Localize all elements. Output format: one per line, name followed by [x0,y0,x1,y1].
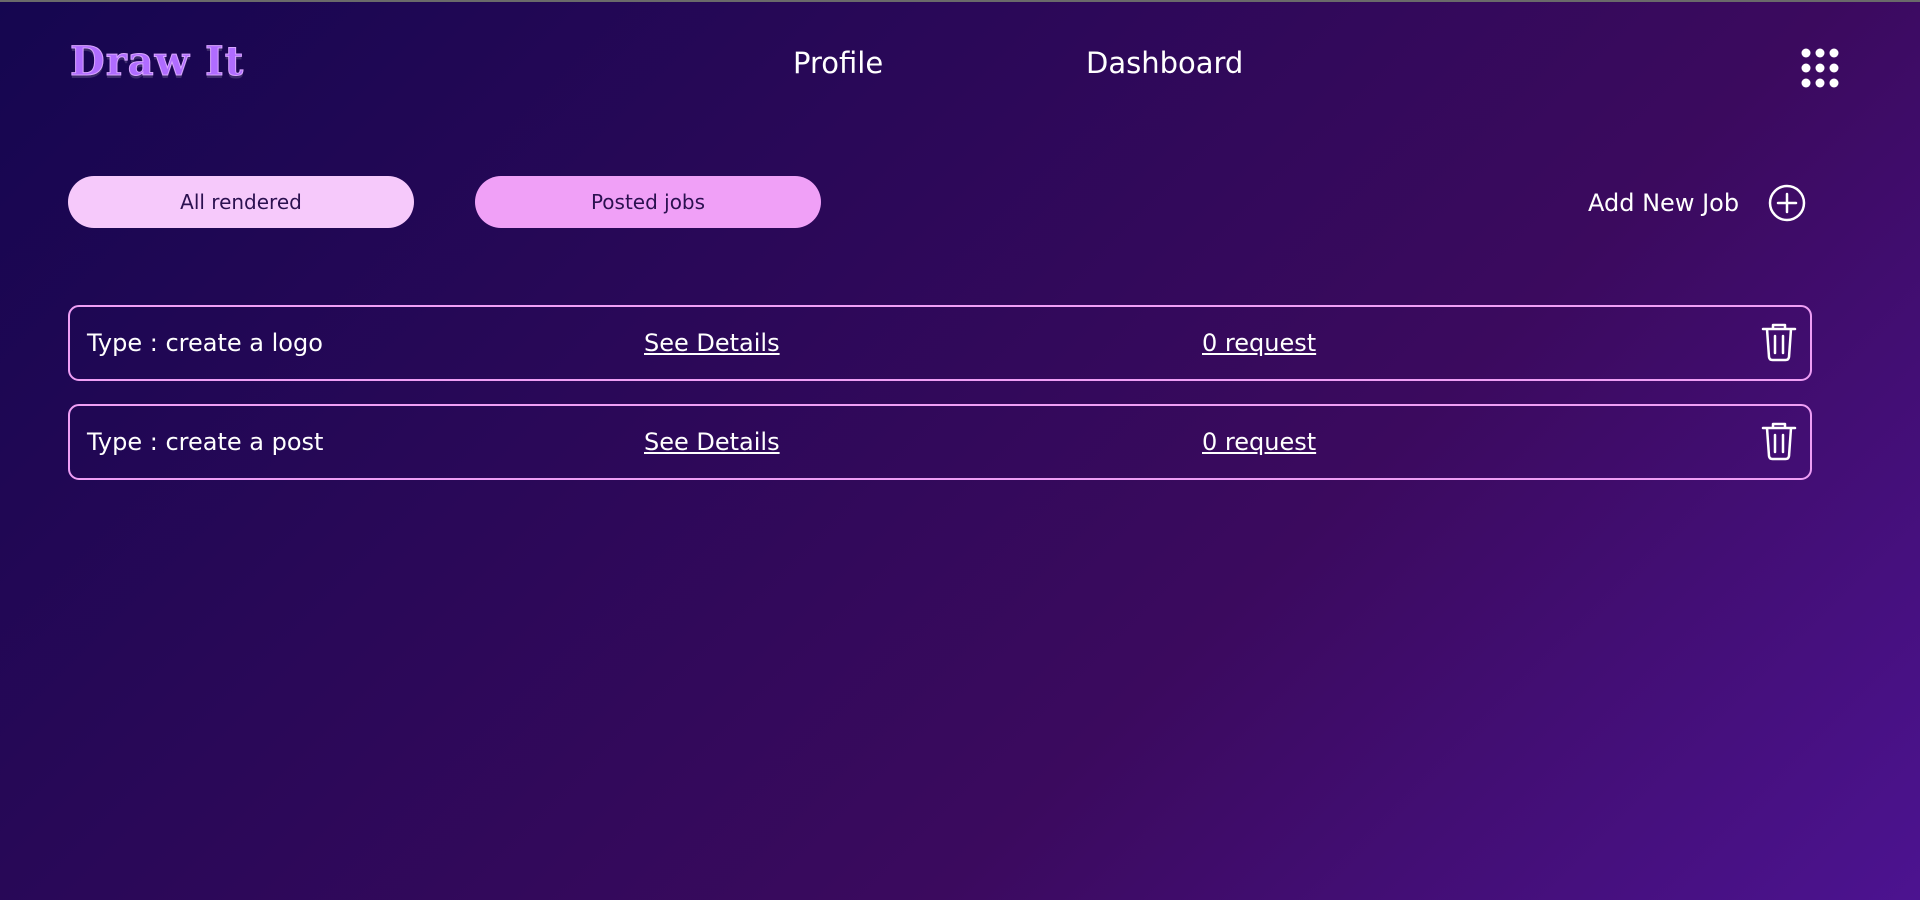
see-details-link[interactable]: See Details [644,428,780,456]
job-type-label: Type : create a post [87,428,324,456]
window-top-border [0,0,1920,2]
add-new-job-label: Add New Job [1588,189,1740,217]
nav-link-dashboard[interactable]: Dashboard [1086,46,1243,80]
see-details-link[interactable]: See Details [644,329,780,357]
app-logo[interactable]: Draw It [69,38,244,86]
job-type-label: Type : create a logo [87,329,323,357]
add-new-job-button[interactable]: Add New Job [1588,183,1807,223]
tab-posted-jobs[interactable]: Posted jobs [475,176,821,228]
requests-link[interactable]: 0 request [1202,329,1316,357]
nav-link-profile[interactable]: Profile [793,46,883,80]
tab-all-rendered[interactable]: All rendered [68,176,414,228]
requests-link[interactable]: 0 request [1202,428,1316,456]
job-card: Type : create a post See Details 0 reque… [68,404,1812,480]
plus-circle-icon[interactable] [1767,183,1807,223]
job-card: Type : create a logo See Details 0 reque… [68,305,1812,381]
apps-grid-icon[interactable] [1801,48,1839,88]
trash-icon[interactable] [1759,420,1799,462]
trash-icon[interactable] [1759,321,1799,363]
